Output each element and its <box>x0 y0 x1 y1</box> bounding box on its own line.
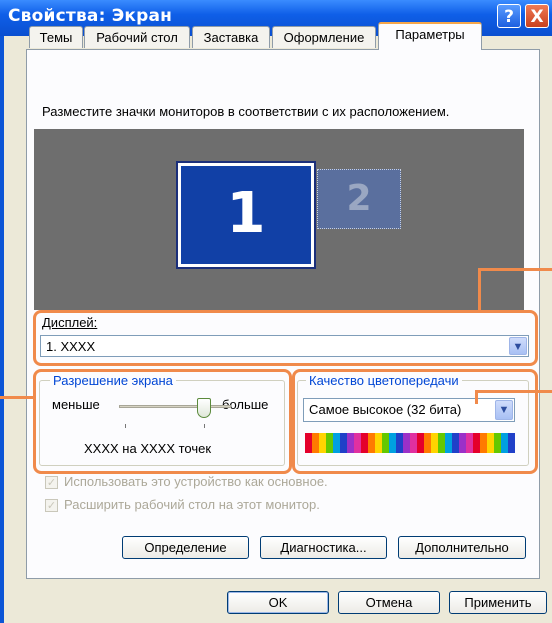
callout-line <box>0 396 36 399</box>
callout-line <box>478 268 552 271</box>
help-button[interactable]: ? <box>497 4 521 28</box>
monitor-1-icon[interactable]: 1 <box>176 161 316 269</box>
primary-device-checkbox[interactable]: ✓ <box>45 476 58 489</box>
tab-settings[interactable]: Параметры <box>378 22 482 50</box>
callout-line <box>475 390 478 404</box>
tab-desktop[interactable]: Рабочий стол <box>84 26 190 48</box>
callout-line <box>475 390 552 393</box>
color-quality-highlight <box>292 369 538 474</box>
apply-button[interactable]: Применить <box>449 591 547 614</box>
extend-desktop-checkbox[interactable]: ✓ <box>45 499 58 512</box>
resolution-highlight <box>33 369 292 474</box>
monitor-2-icon[interactable]: 2 <box>317 169 401 229</box>
advanced-button[interactable]: Дополнительно <box>398 536 526 559</box>
check-icon: ✓ <box>46 476 57 489</box>
instructions-text: Разместите значки мониторов в соответств… <box>42 104 450 119</box>
check-icon: ✓ <box>46 499 57 512</box>
troubleshoot-button[interactable]: Диагностика... <box>260 536 387 559</box>
tab-themes[interactable]: Темы <box>29 26 83 48</box>
close-icon: X <box>530 7 544 27</box>
display-highlight <box>33 310 538 366</box>
display-properties-window: Свойства: Экран ? X Темы Рабочий стол За… <box>0 0 552 623</box>
primary-device-label: Использовать это устройство как основное… <box>64 474 328 489</box>
tab-appearance[interactable]: Оформление <box>272 26 376 48</box>
cancel-button[interactable]: Отмена <box>338 591 440 614</box>
question-mark-icon: ? <box>504 7 514 27</box>
callout-line <box>478 268 481 312</box>
close-button[interactable]: X <box>525 4 549 28</box>
ok-button[interactable]: OK <box>227 591 329 614</box>
identify-button[interactable]: Определение <box>122 536 249 559</box>
window-title: Свойства: Экран <box>8 6 173 26</box>
extend-desktop-label: Расширить рабочий стол на этот монитор. <box>64 497 320 512</box>
tab-screensaver[interactable]: Заставка <box>192 26 270 48</box>
